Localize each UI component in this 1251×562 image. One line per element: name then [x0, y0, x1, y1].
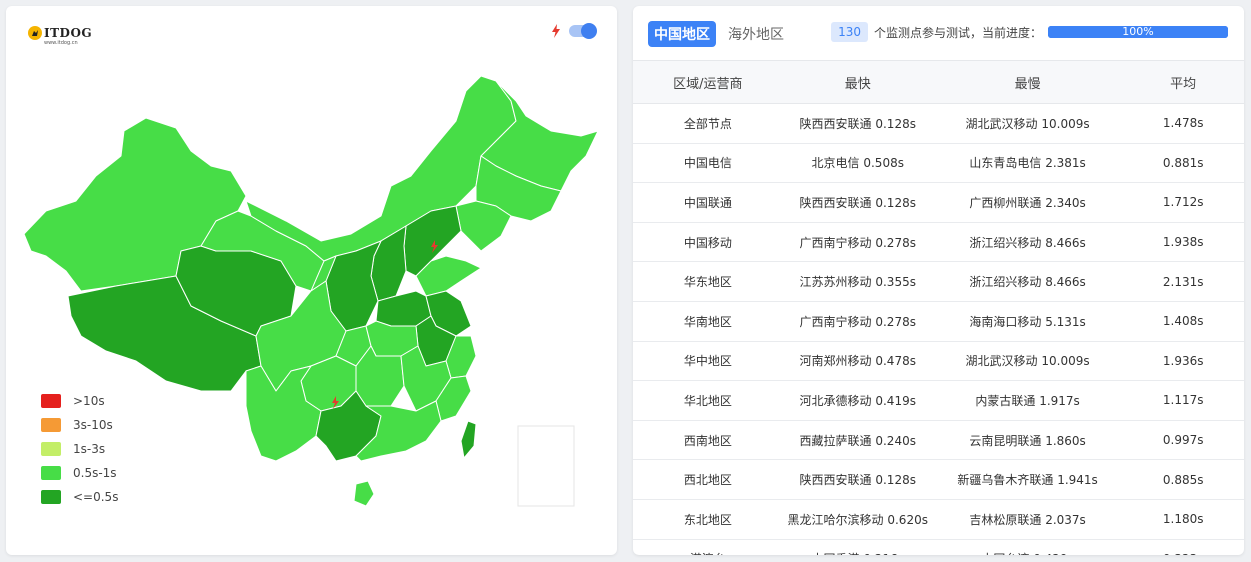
cell-average: 0.323s [1122, 539, 1244, 555]
node-count-badge: 130 [831, 22, 868, 42]
cell-fastest: 广西南宁移动 0.278s [782, 222, 933, 263]
table-row: 华北地区 河北承德移动 0.419s 内蒙古联通 1.917s 1.117s [633, 380, 1244, 421]
cell-region: 港澳台 [633, 539, 783, 555]
legend-swatch [41, 394, 61, 408]
cell-slowest: 新疆乌鲁木齐联通 1.941s [932, 459, 1123, 500]
cell-average: 1.712s [1122, 182, 1244, 223]
map-panel: ITDOG www.itdog.cn >10s 3s-10s 1s-3s 0.5… [6, 6, 617, 555]
cell-slowest: 吉林松原联通 2.037s [932, 499, 1123, 540]
cell-fastest: 黑龙江哈尔滨移动 0.620s [782, 499, 933, 540]
cell-fastest: 陕西西安联通 0.128s [782, 103, 933, 144]
header-region: 区域/运营商 [633, 60, 783, 104]
tab-china-region[interactable]: 中国地区 [648, 21, 716, 47]
cell-average: 0.885s [1122, 459, 1244, 500]
header-slowest: 最慢 [932, 60, 1123, 104]
legend-label: >10s [73, 394, 105, 408]
cell-average: 2.131s [1122, 261, 1244, 302]
table-row: 全部节点 陕西西安联通 0.128s 湖北武汉移动 10.009s 1.478s [633, 103, 1244, 144]
cell-region: 华中地区 [633, 341, 783, 382]
cell-fastest: 河南郑州移动 0.478s [782, 341, 933, 382]
legend-item: 0.5s-1s [41, 461, 118, 485]
legend-label: 3s-10s [73, 418, 113, 432]
cell-region: 西北地区 [633, 459, 783, 500]
tab-overseas-region[interactable]: 海外地区 [728, 24, 784, 44]
table-row: 西北地区 陕西西安联通 0.128s 新疆乌鲁木齐联通 1.941s 0.885s [633, 459, 1244, 500]
region-taiwan [460, 420, 477, 459]
legend-item: <=0.5s [41, 485, 118, 509]
cell-slowest: 山东青岛电信 2.381s [932, 143, 1123, 184]
progress-caption: 个监测点参与测试，当前进度： [873, 25, 1042, 40]
cell-slowest: 浙江绍兴移动 8.466s [932, 261, 1123, 302]
cell-slowest: 内蒙古联通 1.917s [932, 380, 1123, 421]
cell-fastest: 北京电信 0.508s [782, 143, 933, 184]
cell-slowest: 中国台湾 0.429s [932, 539, 1123, 555]
legend-swatch [41, 442, 61, 456]
cell-fastest: 西藏拉萨联通 0.240s [782, 420, 933, 461]
cell-slowest: 浙江绍兴移动 8.466s [932, 222, 1123, 263]
cell-region: 中国联通 [633, 182, 783, 223]
cell-slowest: 广西柳州联通 2.340s [932, 182, 1123, 223]
cell-average: 0.881s [1122, 143, 1244, 184]
cell-fastest: 广西南宁移动 0.278s [782, 301, 933, 342]
legend-item: >10s [41, 389, 118, 413]
cell-slowest: 湖北武汉移动 10.009s [932, 341, 1123, 382]
table-row: 东北地区 黑龙江哈尔滨移动 0.620s 吉林松原联通 2.037s 1.180s [633, 499, 1244, 540]
table-row: 中国联通 陕西西安联通 0.128s 广西柳州联通 2.340s 1.712s [633, 182, 1244, 223]
legend-item: 3s-10s [41, 413, 118, 437]
cell-average: 1.408s [1122, 301, 1244, 342]
header-fastest: 最快 [782, 60, 933, 104]
cell-region: 全部节点 [633, 103, 783, 144]
cell-average: 1.938s [1122, 222, 1244, 263]
cell-region: 华南地区 [633, 301, 783, 342]
progress-percent: 100% [1122, 25, 1154, 38]
cell-region: 华东地区 [633, 261, 783, 302]
table-row: 西南地区 西藏拉萨联通 0.240s 云南昆明联通 1.860s 0.997s [633, 420, 1244, 461]
legend-label: <=0.5s [73, 490, 119, 504]
cell-average: 1.936s [1122, 341, 1244, 382]
legend-label: 1s-3s [73, 442, 106, 456]
header-average: 平均 [1122, 60, 1244, 104]
legend-item: 1s-3s [41, 437, 118, 461]
legend-swatch [41, 490, 61, 504]
table-row: 华南地区 广西南宁移动 0.278s 海南海口移动 5.131s 1.408s [633, 301, 1244, 342]
cell-average: 1.478s [1122, 103, 1244, 144]
table-row: 中国电信 北京电信 0.508s 山东青岛电信 2.381s 0.881s [633, 143, 1244, 184]
cell-slowest: 湖北武汉移动 10.009s [932, 103, 1123, 144]
cell-region: 东北地区 [633, 499, 783, 540]
cell-slowest: 云南昆明联通 1.860s [932, 420, 1123, 461]
south-sea-inset [517, 425, 575, 507]
cell-fastest: 江苏苏州移动 0.355s [782, 261, 933, 302]
cell-region: 中国电信 [633, 143, 783, 184]
legend-swatch [41, 466, 61, 480]
legend-swatch [41, 418, 61, 432]
results-table: 区域/运营商 最快 最慢 平均 全部节点 陕西西安联通 0.128s 湖北武汉移动 … [633, 60, 1244, 555]
cell-fastest: 陕西西安联通 0.128s [782, 459, 933, 500]
results-panel: 中国地区 海外地区 130 个监测点参与测试，当前进度： 100% 区域/运营商… [633, 6, 1244, 555]
cell-region: 中国移动 [633, 222, 783, 263]
cell-slowest: 海南海口移动 5.131s [932, 301, 1123, 342]
legend-label: 0.5s-1s [73, 466, 117, 480]
cell-region: 华北地区 [633, 380, 783, 421]
table-row: 华东地区 江苏苏州移动 0.355s 浙江绍兴移动 8.466s 2.131s [633, 261, 1244, 302]
region-hainan [353, 480, 375, 507]
cell-average: 1.117s [1122, 380, 1244, 421]
cell-average: 0.997s [1122, 420, 1244, 461]
cell-fastest: 河北承德移动 0.419s [782, 380, 933, 421]
table-row: 中国移动 广西南宁移动 0.278s 浙江绍兴移动 8.466s 1.938s [633, 222, 1244, 263]
table-row: 华中地区 河南郑州移动 0.478s 湖北武汉移动 10.009s 1.936s [633, 341, 1244, 382]
cell-average: 1.180s [1122, 499, 1244, 540]
table-row: 港澳台中国香港 0.216s中国台湾 0.429s0.323s [633, 539, 1244, 555]
progress-bar: 100% [1048, 25, 1228, 38]
map-legend: >10s 3s-10s 1s-3s 0.5s-1s <=0.5s [41, 389, 118, 509]
cell-fastest: 陕西西安联通 0.128s [782, 182, 933, 223]
table-header-row: 区域/运营商 最快 最慢 平均 [633, 60, 1244, 104]
cell-region: 西南地区 [633, 420, 783, 461]
cell-fastest: 中国香港 0.216s [782, 539, 933, 555]
